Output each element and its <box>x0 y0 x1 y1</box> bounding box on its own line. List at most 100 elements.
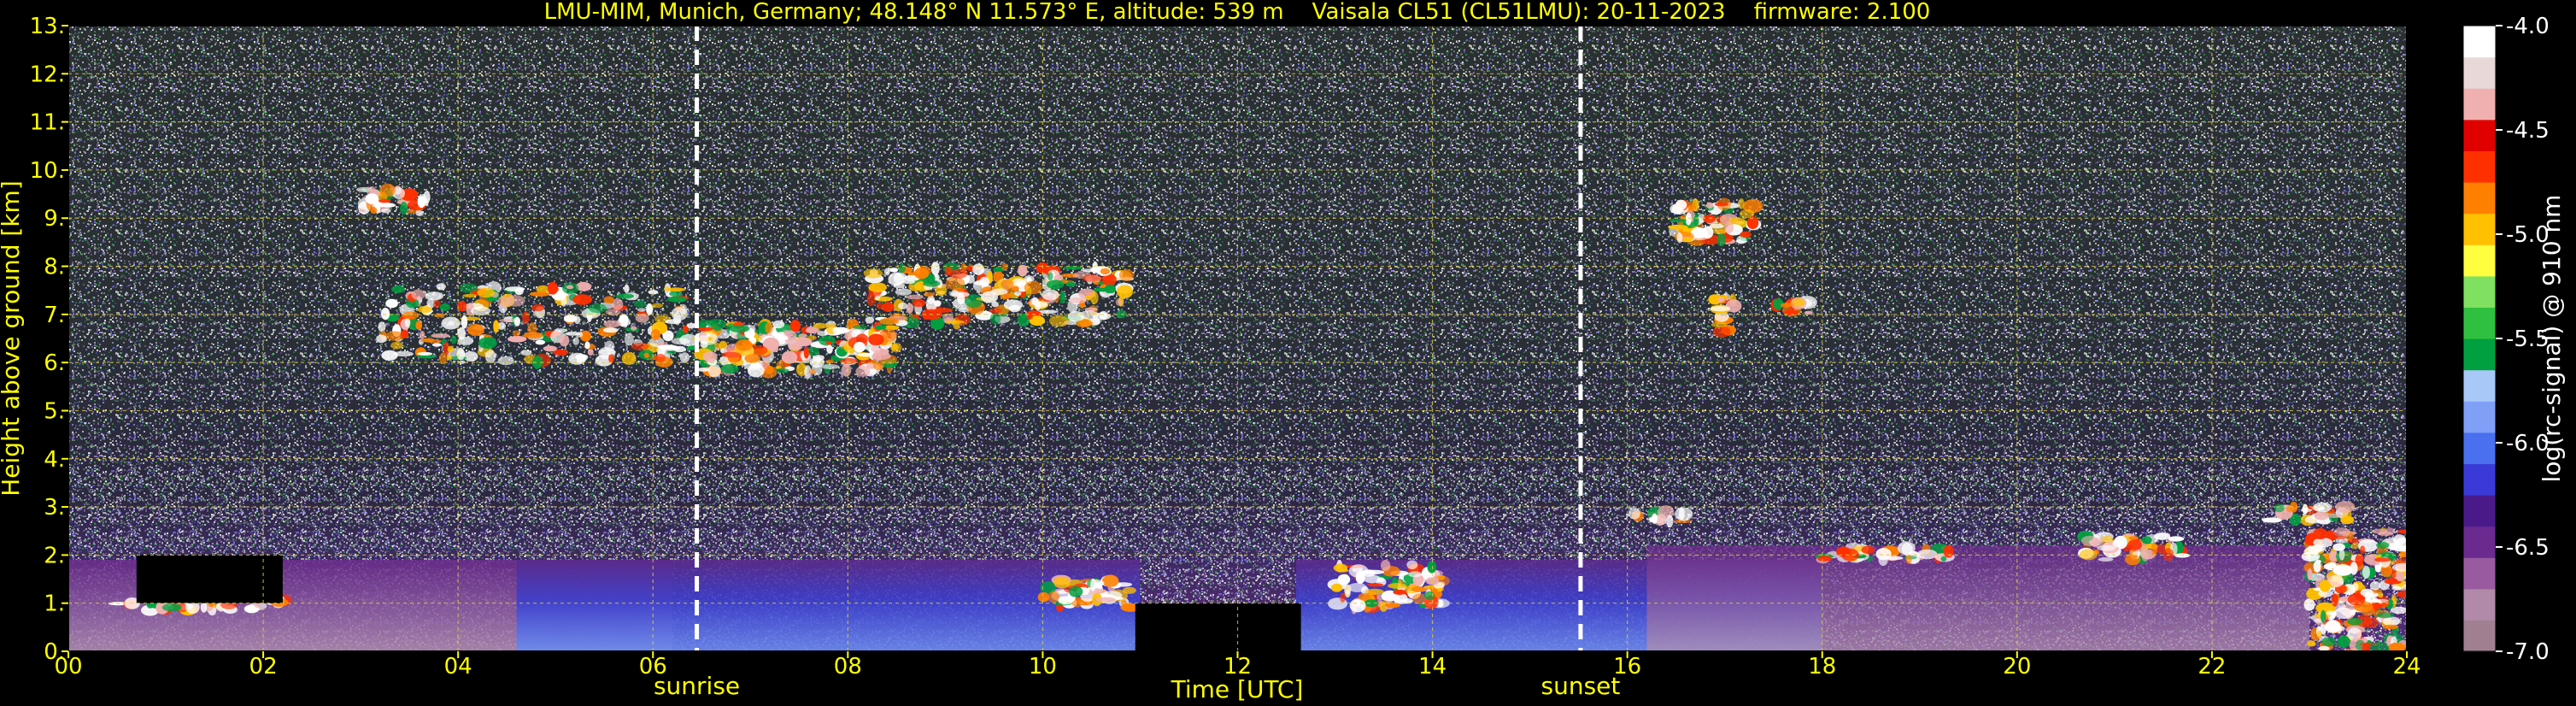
colorbar-swatch <box>2463 463 2496 496</box>
cloud-speck <box>948 268 968 279</box>
cloud-speck <box>1738 198 1745 209</box>
cloud-speck <box>2151 542 2157 556</box>
cloud-speck <box>807 335 817 341</box>
x-axis-label: Time [UTC] <box>1171 675 1304 703</box>
cloud-speck <box>1687 204 1697 210</box>
cloud-speck <box>2128 536 2139 540</box>
cloud-speck <box>459 283 478 293</box>
cloud-speck <box>1063 266 1083 270</box>
cloud-speck <box>2370 641 2390 651</box>
cloud-speck <box>990 288 1008 295</box>
cloud-speck <box>1364 574 1381 584</box>
x-tick-label: 08 <box>834 654 862 680</box>
cloud-speck <box>506 295 525 307</box>
y-tick-label: 10. <box>30 158 65 184</box>
cloud-speck <box>1335 568 1349 573</box>
cloud-speck <box>1337 574 1351 585</box>
cloud-speck <box>898 303 908 309</box>
y-tick-label: 9. <box>44 206 65 232</box>
cloud-speck <box>450 336 457 344</box>
cloud-speck <box>1716 232 1726 247</box>
cloud-layer <box>1327 559 1450 615</box>
cloud-speck <box>826 344 833 354</box>
cloud-speck <box>889 268 899 273</box>
x-tick-label: 00 <box>54 654 82 680</box>
cloud-speck <box>1406 560 1418 570</box>
colorbar-swatch <box>2463 26 2496 58</box>
cloud-speck <box>448 321 455 327</box>
y-tick-label: 5. <box>44 398 65 424</box>
cloud-speck <box>666 287 686 292</box>
cloud-speck <box>635 314 649 323</box>
cloud-speck <box>1381 559 1391 572</box>
cloud-speck <box>883 268 890 276</box>
cloud-speck <box>391 285 405 293</box>
cloud-speck <box>404 317 411 328</box>
cloud-speck <box>1861 545 1875 555</box>
cloud-speck <box>598 349 616 356</box>
cloud-speck <box>2391 585 2402 591</box>
cloud-speck <box>650 329 661 340</box>
cloud-speck <box>1901 542 1913 556</box>
x-tick-label: 04 <box>444 654 472 680</box>
cloud-speck <box>868 282 887 293</box>
cloud-speck <box>1100 268 1111 275</box>
sunset-label: sunset <box>1540 672 1620 700</box>
cloud-speck <box>1427 561 1437 574</box>
cloud-speck <box>2098 557 2114 562</box>
cloud-speck <box>682 326 689 333</box>
cloud-speck <box>895 288 912 296</box>
cloud-speck <box>930 262 940 275</box>
cloud-speck <box>2314 511 2329 521</box>
cloud-speck <box>603 296 615 304</box>
cloud-speck <box>1841 548 1859 562</box>
cloud-speck <box>379 183 396 197</box>
x-tick-label: 14 <box>1418 654 1446 680</box>
cloud-speck <box>2313 560 2321 573</box>
cloud-speck <box>1675 507 1693 521</box>
colorbar-swatch <box>2463 244 2496 277</box>
cloud-speck <box>890 344 899 351</box>
cloud-speck <box>1047 272 1053 281</box>
cloud-speck <box>875 325 887 330</box>
cloud-speck <box>2391 562 2407 572</box>
cloud-speck <box>523 332 543 339</box>
colorbar-swatch <box>2463 275 2496 308</box>
cloud-speck <box>949 291 970 297</box>
cloud-speck <box>425 291 444 301</box>
cloud-speck <box>720 364 739 374</box>
data-gap <box>136 555 283 603</box>
y-tick-label: 8. <box>44 255 65 280</box>
cloud-speck <box>2376 612 2395 619</box>
cloud-speck <box>547 281 559 295</box>
cloud-speck <box>1666 515 1674 528</box>
cloud-speck <box>2385 527 2396 535</box>
cloud-speck <box>2332 564 2353 576</box>
aerosol-layer-day <box>516 560 1141 651</box>
colorbar-swatch <box>2463 557 2496 590</box>
cloud-speck <box>1710 306 1731 312</box>
colorbar-swatch <box>2463 588 2496 621</box>
cloud-speck <box>421 338 434 343</box>
cloud-speck <box>1095 597 1116 603</box>
cloud-speck <box>979 276 990 287</box>
cloud-speck <box>1628 508 1640 520</box>
cloud-speck <box>1076 320 1094 327</box>
cloud-speck <box>402 311 420 320</box>
cloud-speck <box>1676 232 1683 244</box>
cloud-speck <box>958 308 969 313</box>
cloud-speck <box>671 307 688 321</box>
cloud-speck <box>803 346 809 359</box>
cloud-speck <box>2391 606 2407 615</box>
cloud-speck <box>439 303 451 311</box>
cloud-speck <box>2392 545 2407 552</box>
cloud-speck <box>2352 582 2359 591</box>
cloud-speck <box>2303 598 2315 611</box>
cloud-speck <box>1042 289 1059 301</box>
cloud-speck <box>1118 269 1135 281</box>
cloud-speck <box>2362 616 2379 628</box>
colorbar-swatch <box>2463 150 2496 183</box>
cloud-speck <box>2374 557 2391 562</box>
cloud-speck <box>522 311 530 325</box>
cloud-speck <box>876 302 883 309</box>
